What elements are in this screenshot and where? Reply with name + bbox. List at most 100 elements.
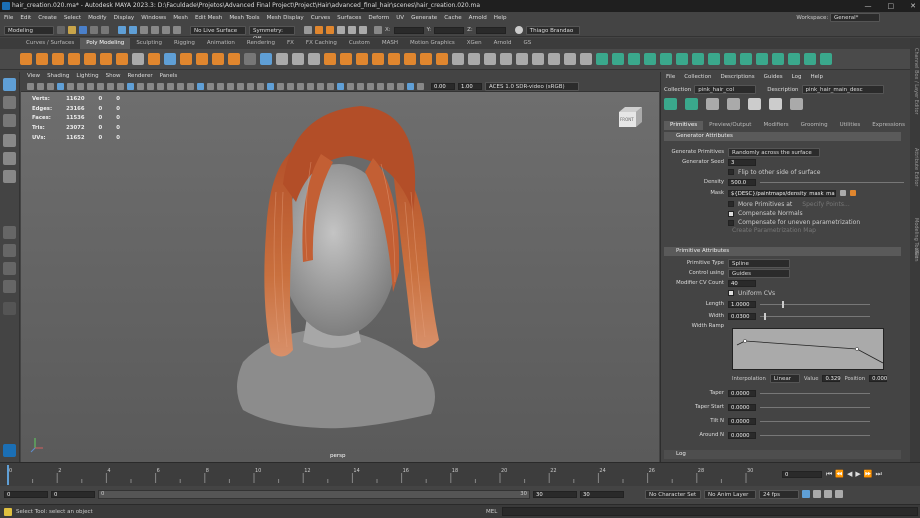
z-field[interactable] xyxy=(475,26,506,34)
viewport-tool-icon[interactable] xyxy=(217,82,224,90)
ramp-position-field[interactable]: 0.000 xyxy=(869,375,887,382)
shelf-tab-arnold[interactable]: Arnold xyxy=(488,38,518,49)
live-surface-dropdown[interactable]: No Live Surface xyxy=(190,25,246,35)
viewport-tool-icon[interactable] xyxy=(227,82,234,90)
render-icon[interactable] xyxy=(315,26,323,34)
shelf-tool-icon[interactable] xyxy=(788,53,800,65)
shelf-tool-icon[interactable] xyxy=(724,53,736,65)
viewport-tool-icon[interactable] xyxy=(37,82,44,90)
width-ramp-graph[interactable] xyxy=(732,328,884,370)
maya-mode-icon[interactable] xyxy=(3,444,16,457)
menu-deform[interactable]: Deform xyxy=(368,15,389,21)
current-frame-field[interactable]: 0 xyxy=(782,471,822,478)
viewport-tool-icon[interactable] xyxy=(387,82,394,90)
compensate-normals-checkbox[interactable] xyxy=(728,210,734,217)
shelf-tool-icon[interactable] xyxy=(772,53,784,65)
add-modifier-icon[interactable] xyxy=(706,98,719,110)
single-pane-layout-icon[interactable] xyxy=(3,226,16,239)
snap-point-icon[interactable] xyxy=(173,26,181,34)
colorspace-dropdown[interactable]: ACES 1.0 SDR-video (sRGB) xyxy=(485,81,579,91)
viewport-tool-icon[interactable] xyxy=(287,82,294,90)
shelf-tab-gs[interactable]: GS xyxy=(517,38,537,49)
viewport-tool-icon[interactable] xyxy=(117,82,124,90)
taper-field[interactable]: 0.0000 xyxy=(728,389,756,397)
xgen-tab-preview-output[interactable]: Preview/Output xyxy=(703,121,757,130)
input-field-icon[interactable] xyxy=(374,26,382,34)
viewport-tool-icon[interactable] xyxy=(157,82,164,90)
save-scene-icon[interactable] xyxy=(79,26,87,34)
viewport-tool-icon[interactable] xyxy=(347,82,354,90)
viewport-tool-icon[interactable] xyxy=(337,82,344,90)
viewport-tool-icon[interactable] xyxy=(187,82,194,90)
close-icon[interactable]: ✕ xyxy=(910,2,916,10)
shelf-tool-icon[interactable] xyxy=(196,53,208,65)
viewport-tool-icon[interactable] xyxy=(27,82,34,90)
shelf-tool-icon[interactable] xyxy=(532,53,544,65)
generate-primitives-dropdown[interactable]: Randomly across the surface xyxy=(728,147,820,157)
length-slider[interactable] xyxy=(760,300,870,308)
generator-seed-field[interactable]: 3 xyxy=(728,158,756,166)
viewport-tool-icon[interactable] xyxy=(267,82,274,90)
shelf-tool-icon[interactable] xyxy=(116,53,128,65)
menu-cache[interactable]: Cache xyxy=(444,15,461,21)
menu-edit[interactable]: Edit xyxy=(20,15,31,21)
viewport-tool-icon[interactable] xyxy=(67,82,74,90)
clear-preview-icon[interactable] xyxy=(790,98,803,110)
select-mode-icon[interactable] xyxy=(118,26,126,34)
shelf-tool-icon[interactable] xyxy=(52,53,64,65)
menu-set-dropdown[interactable]: Modeling xyxy=(4,25,54,35)
four-pane-layout-icon[interactable] xyxy=(3,244,16,257)
viewport-tool-icon[interactable] xyxy=(397,82,404,90)
shelf-tab-motion-graphics[interactable]: Motion Graphics xyxy=(404,38,461,49)
loop-icon[interactable] xyxy=(802,490,810,498)
ipr-render-icon[interactable] xyxy=(326,26,334,34)
two-pane-layout-icon[interactable] xyxy=(3,262,16,275)
shelf-tool-icon[interactable] xyxy=(676,53,688,65)
expression-icon[interactable] xyxy=(840,190,846,196)
viewport-tool-icon[interactable] xyxy=(237,82,244,90)
menu-mesh[interactable]: Mesh xyxy=(173,15,188,21)
compensate-uneven-checkbox[interactable] xyxy=(728,219,734,226)
shelf-tool-icon[interactable] xyxy=(132,53,144,65)
snap-curve-icon[interactable] xyxy=(162,26,170,34)
xgen-tab-expressions[interactable]: Expressions xyxy=(866,121,911,130)
undo-icon[interactable] xyxy=(90,26,98,34)
shelf-tool-icon[interactable] xyxy=(628,53,640,65)
sound-icon[interactable] xyxy=(835,490,843,498)
shelf-tool-icon[interactable] xyxy=(84,53,96,65)
step-back-icon[interactable]: ⏪ xyxy=(835,470,844,479)
viewport-tool-icon[interactable] xyxy=(167,82,174,90)
shelf-tool-icon[interactable] xyxy=(228,53,240,65)
shelf-tool-icon[interactable] xyxy=(148,53,160,65)
viewport-tool-icon[interactable] xyxy=(47,82,54,90)
mel-label[interactable]: MEL xyxy=(486,509,502,515)
user-account-dropdown[interactable]: Thiago Brandao xyxy=(525,25,580,35)
shelf-tab-curves-surfaces[interactable]: Curves / Surfaces xyxy=(20,38,80,49)
right-side-tab[interactable]: Attribute Editor xyxy=(913,148,919,186)
viewport-tool-icon[interactable] xyxy=(317,82,324,90)
ramp-value-field[interactable]: 0.329 xyxy=(822,375,841,382)
scale-tool-icon[interactable] xyxy=(3,170,16,183)
viewport-tool-icon[interactable] xyxy=(207,82,214,90)
shelf-tool-icon[interactable] xyxy=(692,53,704,65)
x-field[interactable] xyxy=(393,26,424,34)
sculpt-guide-icon[interactable] xyxy=(748,98,761,110)
viewport-persp[interactable] xyxy=(21,92,659,462)
component-mode-icon[interactable] xyxy=(140,26,148,34)
rotate-tool-icon[interactable] xyxy=(3,152,16,165)
time-slider[interactable]: 0 2 4 6 8 10 12 14 16 18 20 22 24 26 28 30 0 ⏮ ⏪ ◀ ▶ ⏩ … xyxy=(0,462,920,486)
range-slider[interactable]: 0 30 xyxy=(98,489,530,499)
shelf-tool-icon[interactable] xyxy=(660,53,672,65)
viewport-tool-icon[interactable] xyxy=(77,82,84,90)
shelf-tab-rigging[interactable]: Rigging xyxy=(168,38,201,49)
lasso-tool-icon[interactable] xyxy=(3,96,16,109)
right-side-tab[interactable]: Channel Box / Layer Editor xyxy=(913,48,919,115)
menu-mesh-display[interactable]: Mesh Display xyxy=(267,15,304,21)
shelf-tool-icon[interactable] xyxy=(612,53,624,65)
move-tool-icon[interactable] xyxy=(3,134,16,147)
shelf-tool-icon[interactable] xyxy=(100,53,112,65)
shelf-tool-icon[interactable] xyxy=(372,53,384,65)
xgen-menu-help[interactable]: Help xyxy=(811,74,824,80)
mel-input[interactable] xyxy=(502,507,918,516)
shelf-tool-icon[interactable] xyxy=(500,53,512,65)
